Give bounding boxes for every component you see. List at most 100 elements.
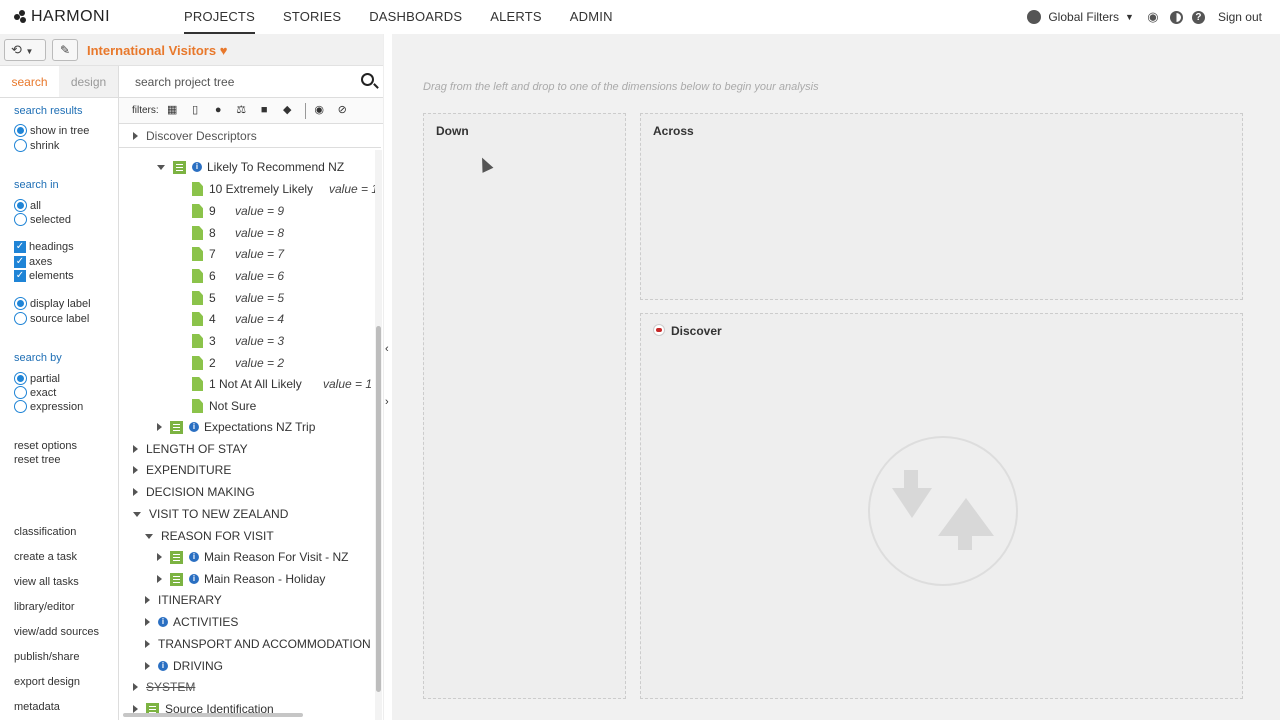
heart-icon[interactable]: ♥ [220,43,228,58]
radio-selected[interactable] [14,372,27,385]
tree-scrollbar-thumb[interactable] [376,326,381,692]
selected-option[interactable]: selected [14,213,71,226]
tree-node[interactable]: VISIT TO NEW ZEALAND [133,504,288,524]
tree-node[interactable]: Source Identification [133,699,274,714]
expand-icon[interactable] [133,445,138,453]
expand-icon[interactable] [133,488,138,496]
expand-icon[interactable] [157,423,162,431]
exact-option[interactable]: exact [14,386,56,399]
tree-node[interactable]: EXPENDITURE [133,460,231,480]
nav-projects[interactable]: PROJECTS [184,0,255,34]
eye-icon[interactable]: ◉ [1146,10,1160,24]
harmoni-logo[interactable]: HARMONI [14,8,110,26]
collapse-icon[interactable] [157,164,165,170]
tree-node[interactable]: SYSTEM [133,677,195,697]
tree-node[interactable]: i DRIVING [145,656,223,676]
radio-selected[interactable] [14,297,27,310]
scale-icon[interactable]: ⚖ [236,105,247,116]
tab-search[interactable]: search [0,66,59,97]
checkbox-checked[interactable]: ✓ [14,241,26,253]
info-icon[interactable]: i [158,661,168,671]
search-input[interactable] [129,72,349,92]
tree-leaf[interactable]: 3 value = 3 [192,331,381,351]
checkbox-checked[interactable]: ✓ [14,256,26,268]
tree-node[interactable]: i Main Reason For Visit - NZ [157,547,349,567]
expand-icon[interactable] [133,705,138,713]
tree-node[interactable]: TRANSPORT AND ACCOMMODATION [145,634,371,654]
folder-icon[interactable]: ■ [259,105,270,116]
expand-icon[interactable] [133,132,138,140]
radio-unselected[interactable] [14,139,27,152]
tree-leaf[interactable]: 8 value = 8 [192,223,381,243]
headings-checkbox[interactable]: ✓ headings [14,241,74,253]
eye-off-icon[interactable]: ⊘ [337,105,348,116]
expression-option[interactable]: expression [14,400,83,413]
tree-node[interactable]: i ACTIVITIES [145,612,238,632]
help-icon[interactable]: ? [1191,10,1205,24]
edit-button[interactable]: ✎ [52,39,78,61]
expand-icon[interactable] [133,683,138,691]
show-in-tree-option[interactable]: show in tree [14,124,89,137]
map-pin-icon[interactable]: ● [213,105,224,116]
global-filters-button[interactable]: Global Filters ▼ [1027,10,1134,24]
sign-out-link[interactable]: Sign out [1218,10,1262,24]
discover-drop-zone[interactable]: Discover [640,313,1243,699]
expand-icon[interactable] [145,596,150,604]
column-icon[interactable]: ▯ [190,105,201,116]
publish-share-link[interactable]: publish/share [14,651,79,663]
expand-icon[interactable] [133,466,138,474]
source-label-option[interactable]: source label [14,312,89,325]
metadata-link[interactable]: metadata [14,701,60,713]
create-task-link[interactable]: create a task [14,551,77,563]
axes-checkbox[interactable]: ✓ axes [14,256,52,268]
expand-icon[interactable] [157,575,162,583]
view-all-tasks-link[interactable]: view all tasks [14,576,79,588]
tree-node[interactable]: i Likely To Recommend NZ [157,157,344,177]
chevron-left-icon[interactable]: ‹ [385,343,389,355]
reset-tree-link[interactable]: reset tree [14,454,60,466]
elements-checkbox[interactable]: ✓ elements [14,270,74,282]
expand-icon[interactable] [157,553,162,561]
eye-icon[interactable]: ◉ [314,105,325,116]
tree-node[interactable]: i Main Reason - Holiday [157,569,325,589]
view-add-sources-link[interactable]: view/add sources [14,626,99,638]
tree-leaf[interactable]: 10 Extremely Likely value = 10 [192,179,381,199]
tree-node[interactable]: DECISION MAKING [133,482,255,502]
tree-horizontal-scrollbar[interactable] [123,713,303,717]
grid-icon[interactable]: ▦ [167,105,178,116]
reset-options-link[interactable]: reset options [14,440,77,452]
radio-selected[interactable] [14,199,27,212]
tree-leaf[interactable]: 7 value = 7 [192,244,381,264]
tree-node[interactable]: i Expectations NZ Trip [157,417,315,437]
expand-icon[interactable] [145,618,150,626]
info-icon[interactable]: i [189,552,199,562]
tree-node[interactable]: LENGTH OF STAY [133,439,248,459]
nav-admin[interactable]: ADMIN [570,0,613,34]
history-button[interactable]: ⟲ ▼ [4,39,46,61]
shrink-option[interactable]: shrink [14,139,59,152]
info-icon[interactable]: i [158,617,168,627]
tree-node[interactable]: ITINERARY [145,590,222,610]
chevron-right-icon[interactable]: › [385,396,389,408]
nav-stories[interactable]: STORIES [283,0,341,34]
panel-splitter[interactable]: ‹ › [383,34,392,720]
nav-alerts[interactable]: ALERTS [490,0,542,34]
down-drop-zone[interactable]: Down [423,113,626,699]
tree-leaf[interactable]: 9 value = 9 [192,201,381,221]
all-option[interactable]: all [14,199,41,212]
nav-dashboards[interactable]: DASHBOARDS [369,0,462,34]
radio-unselected[interactable] [14,386,27,399]
radio-unselected[interactable] [14,213,27,226]
collapse-icon[interactable] [133,511,141,517]
classification-link[interactable]: classification [14,526,76,538]
swap-axes-icon[interactable] [868,436,1018,586]
expand-icon[interactable] [145,662,150,670]
info-icon[interactable]: i [192,162,202,172]
tree-leaf[interactable]: 5 value = 5 [192,288,381,308]
tree-leaf[interactable]: 2 value = 2 [192,353,381,373]
tree-node[interactable]: REASON FOR VISIT [145,526,274,546]
checkbox-checked[interactable]: ✓ [14,270,26,282]
info-icon[interactable]: i [189,422,199,432]
tree-leaf[interactable]: 1 Not At All Likely value = 1 [192,374,381,394]
tree-node[interactable]: Discover Descriptors [133,126,257,146]
